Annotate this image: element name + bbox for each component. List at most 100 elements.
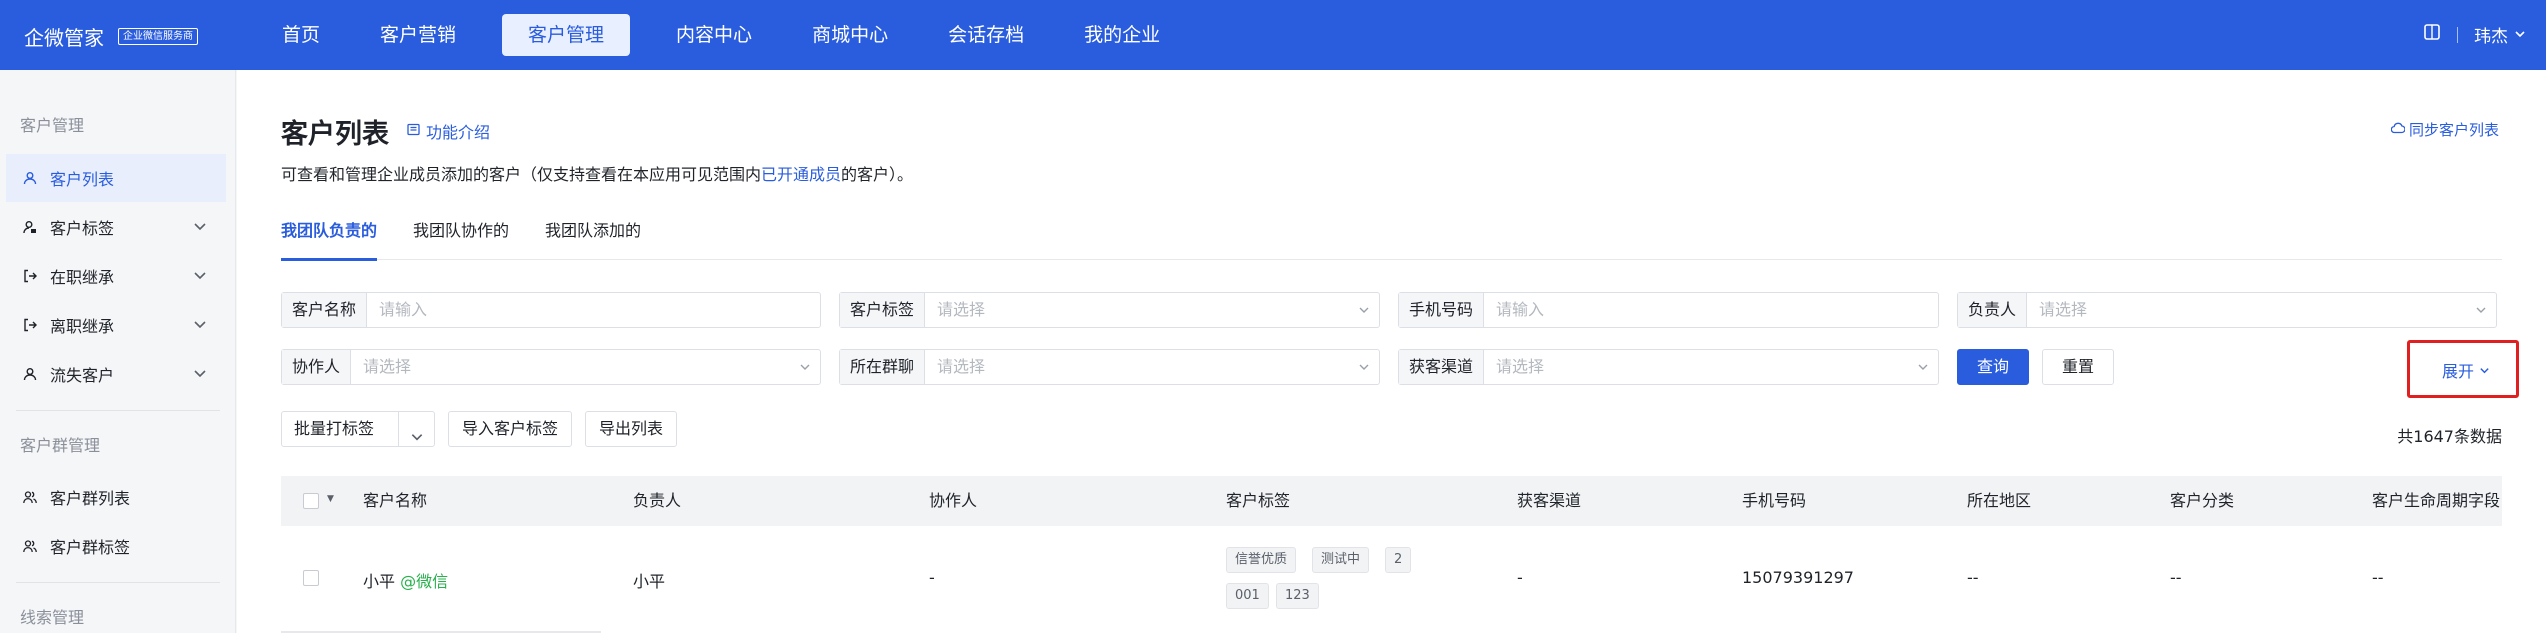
- sidebar-item-lost-customers[interactable]: 流失客户: [6, 350, 226, 398]
- customer-tag-select[interactable]: 请选择: [925, 293, 1349, 327]
- tab-team-owned[interactable]: 我团队负责的: [281, 220, 378, 261]
- sidebar-group-customer-group: 客户群管理: [20, 436, 101, 455]
- sync-customer-list-link[interactable]: 同步客户列表: [2390, 119, 2499, 140]
- cloud-sync-icon: [2390, 122, 2406, 138]
- sidebar-item-group-tags[interactable]: 客户群标签: [6, 522, 226, 570]
- nav-chat-archive[interactable]: 会话存档: [934, 14, 1038, 56]
- feature-intro-link[interactable]: 功能介绍: [407, 119, 490, 143]
- chevron-down-icon[interactable]: [192, 365, 208, 381]
- expand-filters-button[interactable]: 展开: [2442, 358, 2490, 382]
- sidebar-divider: [16, 410, 220, 411]
- row-checkbox[interactable]: [303, 570, 319, 586]
- sidebar-item-label: 在职继承: [50, 268, 115, 287]
- sidebar-item-customer-tags[interactable]: 客户标签: [6, 203, 226, 251]
- tab-bar: 我团队负责的 我团队协作的 我团队添加的: [281, 220, 2502, 261]
- phone-input[interactable]: 请输入: [1484, 293, 1938, 327]
- brand-badge: 企业微信服务商: [118, 28, 198, 45]
- filter-label: 客户标签: [840, 293, 926, 327]
- book-icon[interactable]: [2423, 23, 2441, 46]
- group-chat-select[interactable]: 请选择: [925, 350, 1349, 384]
- nav-content-center[interactable]: 内容中心: [662, 14, 766, 56]
- page-title: 客户列表: [281, 119, 389, 150]
- phone-cell: 15079391297: [1742, 568, 1854, 587]
- filter-label: 手机号码: [1399, 293, 1485, 327]
- chevron-down-icon[interactable]: [192, 316, 208, 332]
- region-cell: --: [1967, 568, 1979, 587]
- channel-select[interactable]: 请选择: [1484, 350, 1908, 384]
- sidebar-item-label: 客户群标签: [50, 538, 131, 557]
- phone-filter[interactable]: 手机号码 请输入: [1398, 292, 1939, 328]
- owner-cell: 小平: [633, 572, 666, 591]
- filter-label: 协作人: [282, 350, 352, 384]
- export-list-button[interactable]: 导出列表: [585, 411, 677, 447]
- customer-tag: 信誉优质: [1226, 547, 1297, 573]
- customer-name-input[interactable]: 请输入: [367, 293, 820, 327]
- category-cell: --: [2170, 568, 2182, 587]
- chevron-down-icon[interactable]: [192, 267, 208, 283]
- filter-label: 所在群聊: [840, 350, 926, 384]
- tab-team-added[interactable]: 我团队添加的: [545, 220, 641, 260]
- book-icon: [407, 123, 420, 140]
- chevron-down-icon[interactable]: [2514, 25, 2526, 45]
- chevron-down-icon[interactable]: [1349, 350, 1379, 384]
- caret-down-icon[interactable]: ▼: [327, 494, 334, 504]
- transfer-in-icon: [22, 268, 38, 284]
- customer-tag: 123: [1276, 583, 1319, 609]
- customer-name-filter[interactable]: 客户名称 请输入: [281, 292, 821, 328]
- nav-my-enterprise[interactable]: 我的企业: [1070, 14, 1174, 56]
- customer-name-cell[interactable]: 小平 @微信: [363, 568, 448, 592]
- sidebar-item-label: 离职继承: [50, 317, 115, 336]
- feature-intro-label: 功能介绍: [426, 123, 491, 142]
- nav-customer-management[interactable]: 客户管理: [502, 14, 631, 56]
- user-name[interactable]: 玮杰: [2474, 22, 2508, 47]
- user-lost-icon: [22, 366, 38, 382]
- batch-tag-button[interactable]: 批量打标签: [281, 411, 435, 447]
- group-tag-icon: [22, 538, 38, 554]
- customer-tag: 测试中: [1312, 547, 1370, 573]
- user-tag-icon: [22, 219, 38, 235]
- group-chat-filter[interactable]: 所在群聊 请选择: [839, 349, 1380, 385]
- collaborator-filter[interactable]: 协作人 请选择: [281, 349, 821, 385]
- chevron-down-icon[interactable]: [790, 350, 820, 384]
- channel-filter[interactable]: 获客渠道 请选择: [1398, 349, 1939, 385]
- collaborator-select[interactable]: 请选择: [351, 350, 790, 384]
- column-header: 获客渠道: [1517, 491, 1582, 510]
- expand-label: 展开: [2442, 362, 2475, 381]
- page-description: 可查看和管理企业成员添加的客户（仅支持查看在本应用可见范围内已开通成员的客户）。: [281, 165, 914, 184]
- sidebar-item-resign-transfer[interactable]: 离职继承: [6, 301, 226, 349]
- sidebar-item-customer-list[interactable]: 客户列表: [6, 154, 226, 202]
- column-header: 协作人: [929, 491, 978, 510]
- main-nav: 首页 客户营销 客户管理 内容中心 商城中心 会话存档 我的企业: [268, 14, 1206, 56]
- owner-select[interactable]: 请选择: [2027, 293, 2466, 327]
- tab-team-collaborated[interactable]: 我团队协作的: [413, 220, 509, 260]
- chevron-down-icon[interactable]: [2466, 293, 2496, 327]
- column-header: 所在地区: [1967, 491, 2032, 510]
- enabled-members-link[interactable]: 已开通成员: [761, 165, 841, 184]
- transfer-out-icon: [22, 317, 38, 333]
- import-tags-button[interactable]: 导入客户标签: [448, 411, 572, 447]
- brand[interactable]: 企微管家 企业微信服务商: [24, 22, 198, 51]
- nav-home[interactable]: 首页: [268, 14, 334, 56]
- nav-mall-center[interactable]: 商城中心: [798, 14, 902, 56]
- table-row[interactable]: 小平 @微信 小平 - 信誉优质 测试中 2 001 123 - 1507939…: [281, 526, 2502, 633]
- nav-marketing[interactable]: 客户营销: [366, 14, 470, 56]
- select-all-checkbox[interactable]: [303, 493, 319, 509]
- chevron-down-icon[interactable]: [410, 422, 424, 456]
- chevron-down-icon[interactable]: [1908, 350, 1938, 384]
- channel-cell: -: [1517, 568, 1523, 587]
- sidebar-item-group-list[interactable]: 客户群列表: [6, 473, 226, 521]
- query-button[interactable]: 查询: [1957, 349, 2029, 385]
- top-nav-bar: 企微管家 企业微信服务商 首页 客户营销 客户管理 内容中心 商城中心 会话存档…: [0, 0, 2546, 70]
- customer-tag: 2: [1385, 547, 1412, 573]
- chevron-down-icon[interactable]: [1349, 293, 1379, 327]
- wechat-source-tag: @微信: [400, 572, 449, 591]
- sidebar-item-onjob-transfer[interactable]: 在职继承: [6, 252, 226, 300]
- reset-button[interactable]: 重置: [2042, 349, 2114, 385]
- column-header: 客户生命周期字段: [2372, 491, 2501, 510]
- filter-label: 负责人: [1958, 293, 2028, 327]
- total-count: 共1647条数据: [2397, 427, 2502, 446]
- owner-filter[interactable]: 负责人 请选择: [1957, 292, 2497, 328]
- customer-tag-filter[interactable]: 客户标签 请选择: [839, 292, 1380, 328]
- column-header: 手机号码: [1742, 491, 1807, 510]
- chevron-down-icon[interactable]: [192, 218, 208, 234]
